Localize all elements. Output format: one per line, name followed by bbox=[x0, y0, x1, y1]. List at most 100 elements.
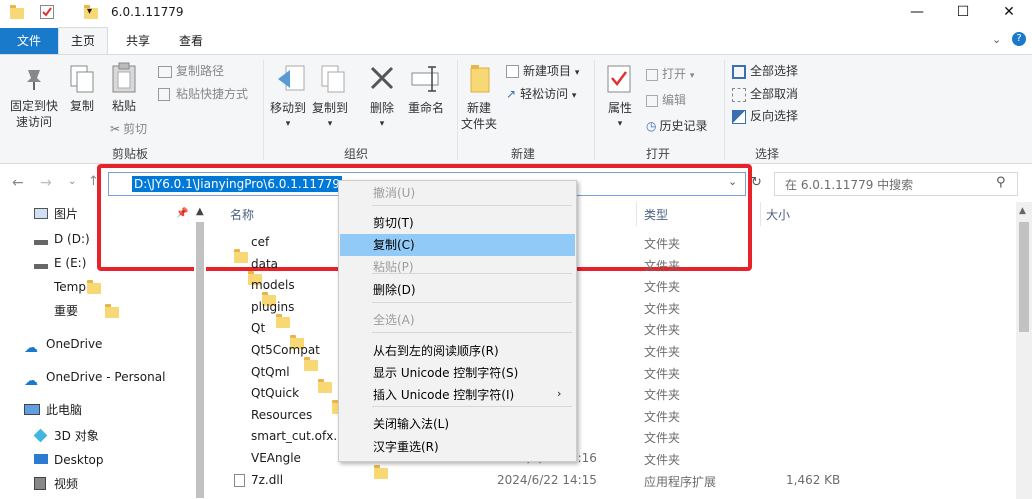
file-scrollbar-thumb[interactable] bbox=[1019, 222, 1029, 332]
context-menu-item[interactable]: 从右到左的阅读顺序(R) bbox=[340, 340, 575, 362]
context-menu-item[interactable]: 显示 Unicode 控制字符(S) bbox=[340, 362, 575, 384]
tab-view[interactable]: 查看 bbox=[168, 28, 214, 54]
paste-shortcut-button[interactable]: 粘贴快捷方式 bbox=[158, 85, 248, 102]
cut-label: 剪切 bbox=[123, 122, 148, 136]
temp-folder-icon bbox=[87, 280, 102, 294]
back-arrow-icon[interactable]: ← bbox=[12, 175, 24, 191]
column-header-type[interactable]: 类型 bbox=[644, 206, 668, 223]
history-icon: ◷ bbox=[646, 119, 657, 133]
delete-label: 删除 bbox=[369, 101, 394, 115]
paste-shortcut-icon bbox=[158, 88, 170, 101]
select-all-label: 全部选择 bbox=[750, 64, 799, 78]
refresh-icon[interactable]: ↻ bbox=[751, 175, 762, 190]
recent-dropdown-icon[interactable]: ⌄ bbox=[68, 176, 76, 187]
rename-button[interactable]: 重命名 bbox=[404, 100, 448, 116]
column-header-size[interactable]: 大小 bbox=[766, 206, 790, 223]
nav-item-drive-e[interactable]: E (E:) bbox=[54, 252, 86, 274]
minimize-button[interactable]: — bbox=[894, 0, 940, 26]
context-menu-item[interactable]: 剪切(T) bbox=[340, 212, 575, 234]
desktop-icon bbox=[34, 454, 48, 464]
nav-item-temp[interactable]: Temp bbox=[54, 276, 86, 298]
search-icon[interactable]: ⚲ bbox=[996, 175, 1006, 190]
help-icon[interactable]: ? bbox=[1012, 32, 1026, 46]
context-menu-item[interactable]: 复制(C) bbox=[340, 234, 575, 256]
cut-button[interactable]: ✂ 剪切 bbox=[110, 120, 147, 137]
column-header-name[interactable]: 名称 bbox=[230, 206, 254, 223]
pin-label-2: 速访问 bbox=[15, 115, 52, 129]
paste-button[interactable]: 粘贴 bbox=[106, 98, 142, 114]
delete-dropdown-icon: ▾ bbox=[379, 119, 385, 129]
nav-item-this-pc[interactable]: 此电脑 bbox=[46, 399, 82, 421]
properties-check-icon[interactable] bbox=[40, 5, 54, 19]
open-button[interactable]: 打开 ▾ bbox=[646, 65, 694, 82]
file-type: 文件夹 bbox=[644, 237, 681, 251]
nav-scroll-up-icon[interactable]: ▲ bbox=[196, 206, 204, 217]
menu-separator bbox=[372, 332, 572, 333]
file-name: QtQuick bbox=[251, 386, 300, 400]
maximize-button[interactable]: ☐ bbox=[940, 0, 986, 26]
nav-item-desktop[interactable]: Desktop bbox=[54, 449, 104, 471]
clipboard-group-label: 剪贴板 bbox=[111, 147, 148, 161]
scroll-up-icon[interactable]: ▲ bbox=[1019, 206, 1026, 216]
search-placeholder[interactable]: 在 6.0.1.11779 中搜索 bbox=[785, 176, 913, 193]
menu-separator bbox=[372, 406, 572, 407]
select-none-button[interactable]: 全部取消 bbox=[732, 85, 798, 102]
new-item-button[interactable]: 新建项目 ▾ bbox=[506, 62, 579, 79]
this-pc-icon bbox=[24, 404, 40, 415]
nav-item-onedrive[interactable]: OneDrive bbox=[46, 333, 102, 355]
ribbon-collapse-icon[interactable]: ⌄ bbox=[992, 33, 1001, 46]
forward-arrow-icon[interactable]: → bbox=[40, 175, 52, 191]
nav-item-pictures[interactable]: 图片 bbox=[54, 203, 78, 225]
copy-button[interactable]: 复制 bbox=[64, 98, 100, 114]
move-to-icon bbox=[276, 64, 306, 97]
copy-path-button[interactable]: 复制路径 bbox=[158, 62, 224, 79]
nav-scrollbar-thumb[interactable] bbox=[196, 222, 204, 498]
delete-button[interactable]: 删除 ▾ bbox=[362, 100, 402, 132]
file-name: Resources bbox=[251, 408, 313, 422]
new-folder-button[interactable]: 新建 文件夹 bbox=[454, 100, 504, 132]
file-row[interactable] bbox=[226, 469, 1026, 490]
nav-item-important[interactable]: 重要 bbox=[54, 300, 78, 322]
file-type: 文件夹 bbox=[644, 302, 681, 316]
context-menu-item[interactable]: 汉字重选(R) bbox=[340, 436, 575, 458]
copy-to-label: 复制到 bbox=[311, 101, 348, 115]
organize-group-label: 组织 bbox=[343, 147, 368, 161]
file-size: 1,462 KB bbox=[786, 473, 841, 487]
invert-selection-button[interactable]: 反向选择 bbox=[732, 107, 798, 124]
properties-label: 属性 bbox=[607, 101, 632, 115]
qat-dropdown-icon[interactable]: ▾ bbox=[87, 6, 92, 17]
new-item-label: 新建项目 bbox=[523, 64, 572, 78]
properties-button[interactable]: 属性 ▾ bbox=[600, 100, 640, 132]
column-divider bbox=[760, 202, 761, 226]
pin-quick-access-button[interactable]: 固定到快 速访问 bbox=[4, 98, 64, 130]
properties-icon bbox=[606, 64, 632, 97]
close-button[interactable]: ✕ bbox=[986, 0, 1032, 26]
tab-file[interactable]: 文件 bbox=[0, 28, 58, 54]
copy-path-label: 复制路径 bbox=[176, 64, 225, 78]
menu-separator bbox=[372, 205, 572, 206]
edit-label: 编辑 bbox=[662, 93, 687, 107]
menu-separator bbox=[372, 302, 572, 303]
drive-d-icon bbox=[34, 240, 48, 245]
context-menu-item[interactable]: 关闭输入法(L) bbox=[340, 413, 575, 435]
context-menu-item[interactable]: 删除(D) bbox=[340, 279, 575, 301]
tab-home[interactable]: 主页 bbox=[58, 27, 108, 55]
easy-access-dropdown-icon: ▾ bbox=[571, 91, 577, 101]
nav-item-onedrive-personal[interactable]: OneDrive - Personal bbox=[46, 366, 165, 388]
file-date: 2024/6/22 14:15 bbox=[497, 473, 597, 487]
tab-share[interactable]: 共享 bbox=[116, 28, 160, 54]
nav-item-videos[interactable]: 视频 bbox=[54, 473, 78, 495]
edit-button[interactable]: 编辑 bbox=[646, 91, 686, 108]
copy-to-button[interactable]: 复制到 ▾ bbox=[308, 100, 352, 132]
history-button[interactable]: ◷ 历史记录 bbox=[646, 117, 708, 134]
nav-item-3d-objects[interactable]: 3D 对象 bbox=[54, 425, 99, 447]
easy-access-button[interactable]: ↗ 轻松访问 ▾ bbox=[506, 85, 576, 102]
file-type: 文件夹 bbox=[644, 345, 681, 359]
select-group-label: 选择 bbox=[754, 147, 779, 161]
nav-item-drive-d[interactable]: D (D:) bbox=[54, 228, 90, 250]
move-to-button[interactable]: 移动到 ▾ bbox=[266, 100, 310, 132]
context-menu-item[interactable]: 插入 Unicode 控制字符(I) bbox=[340, 384, 575, 406]
move-to-label: 移动到 bbox=[269, 101, 306, 115]
open-icon bbox=[646, 68, 658, 81]
select-all-button[interactable]: 全部选择 bbox=[732, 62, 798, 79]
